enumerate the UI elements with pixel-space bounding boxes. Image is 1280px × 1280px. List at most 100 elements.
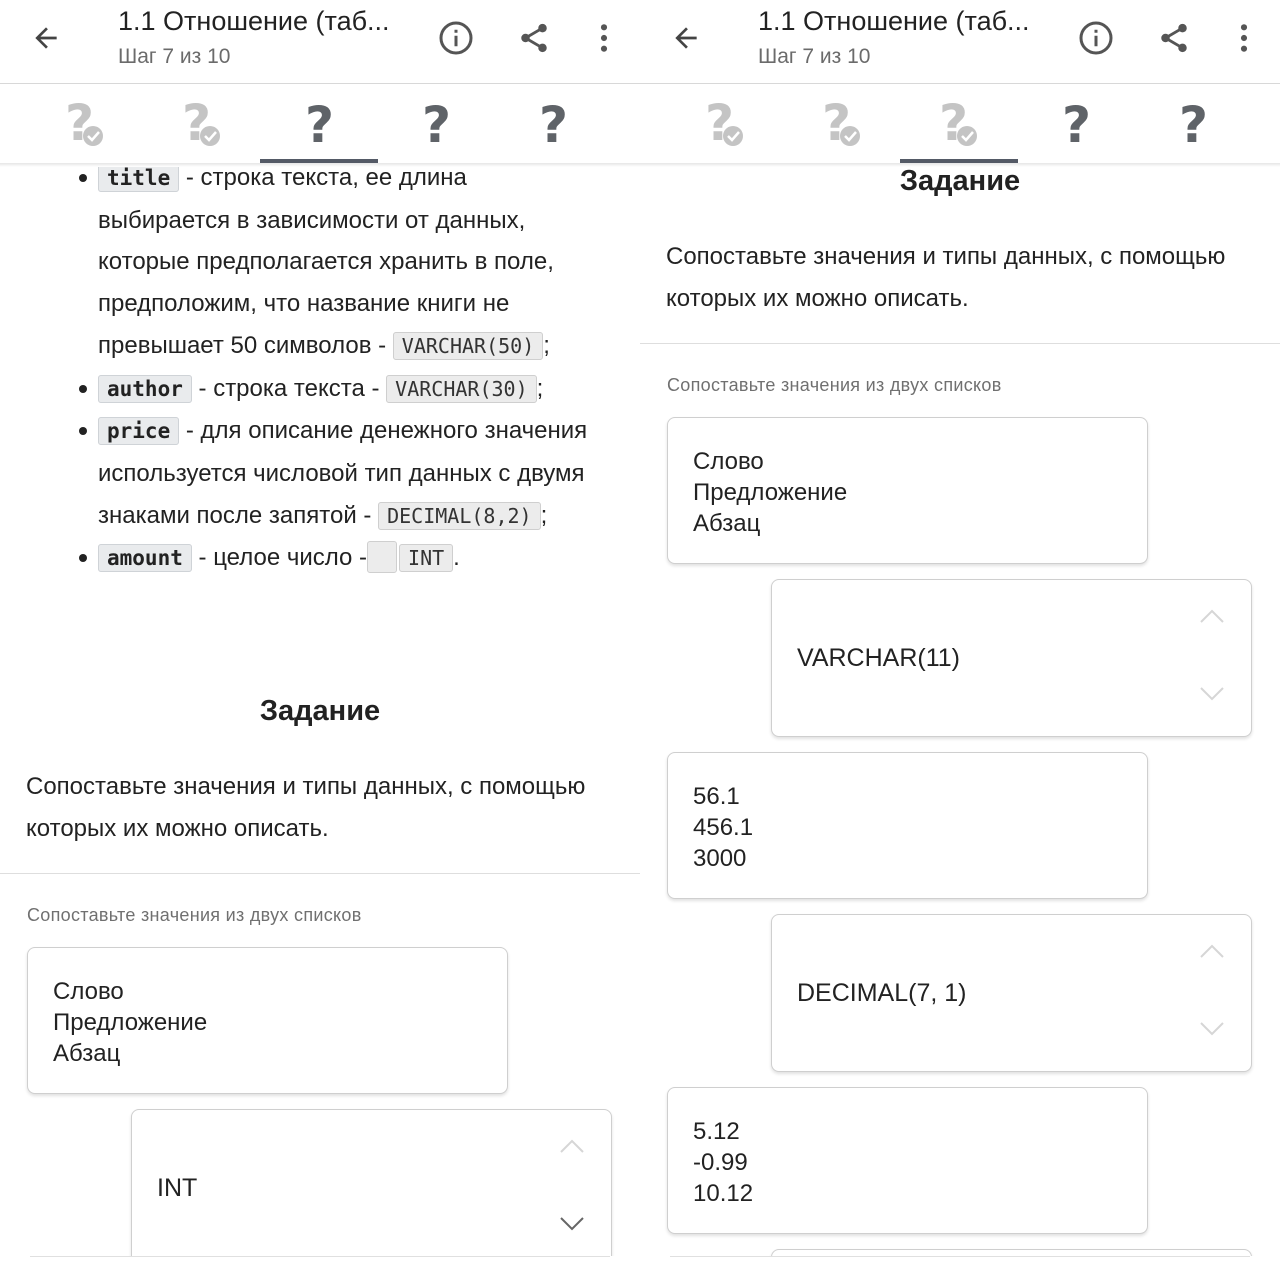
svg-text:?: ? xyxy=(1179,96,1208,152)
question-icon: ? xyxy=(305,96,334,152)
step-counter: Шаг 7 из 10 xyxy=(118,45,231,68)
app-toolbar: 1.1 Отношение (таб... Шаг 7 из 10 xyxy=(640,0,1280,84)
step-tab-8[interactable]: ? xyxy=(1018,85,1135,163)
back-button[interactable] xyxy=(22,18,70,58)
step-content: title - строка текста, ее длина выбирает… xyxy=(0,167,640,1256)
share-button[interactable] xyxy=(1150,14,1198,62)
lesson-title: 1.1 Отношение (таб... xyxy=(758,6,1030,36)
arrow-left-icon xyxy=(35,27,57,49)
bottom-edge xyxy=(30,1256,610,1280)
value-card: 5.12 -0.99 10.12 xyxy=(667,1087,1148,1234)
code-keyword: title xyxy=(98,167,180,192)
question-check-icon: ? xyxy=(939,96,977,152)
question-check-icon: ? xyxy=(65,96,103,152)
info-circle-icon xyxy=(439,21,473,55)
question-check-icon: ? xyxy=(822,96,860,152)
task-description: Сопоставьте значения и типы данных, с по… xyxy=(26,773,586,842)
list-item-title: title - строка текста, ее длина выбирает… xyxy=(79,167,598,368)
screen-right: 1.1 Отношение (таб... Шаг 7 из 10 ? ? ? … xyxy=(640,0,1280,1280)
bottom-edge xyxy=(670,1256,1250,1280)
back-button[interactable] xyxy=(662,18,710,58)
question-icon: ? xyxy=(422,96,451,152)
step-tabs: ? ? ? ? ? xyxy=(666,85,1252,163)
move-up-button[interactable] xyxy=(559,1138,585,1159)
chevron-down-icon xyxy=(560,1217,584,1231)
code-type: VARCHAR(30) xyxy=(386,374,537,403)
list-item-amount: amount - целое число - INT. xyxy=(79,537,598,580)
matching-hint: Сопоставьте значения из двух списков xyxy=(27,905,362,925)
question-icon: ? xyxy=(539,96,568,152)
question-icon: ? xyxy=(1062,96,1091,152)
move-up-button[interactable] xyxy=(1199,608,1225,629)
move-down-button[interactable] xyxy=(1199,686,1225,707)
share-icon xyxy=(521,23,547,53)
matching-hint: Сопоставьте значения из двух списков xyxy=(667,375,1002,395)
type-option-label: VARCHAR(11) xyxy=(797,644,960,672)
svg-text:?: ? xyxy=(422,96,451,152)
step-tab-9[interactable]: ? xyxy=(495,85,612,163)
value-card: 56.1 456.1 3000 xyxy=(667,752,1148,899)
field-list: title - строка текста, ее длина выбирает… xyxy=(79,167,598,580)
move-down-button[interactable] xyxy=(559,1216,585,1237)
task-description: Сопоставьте значения и типы данных, с по… xyxy=(666,243,1226,312)
lesson-title: 1.1 Отношение (таб... xyxy=(118,6,390,36)
code-type: INT xyxy=(399,544,454,573)
share-button[interactable] xyxy=(510,14,558,62)
chevron-up-icon xyxy=(1200,609,1224,623)
empty-code-box xyxy=(367,541,398,574)
move-up-button[interactable] xyxy=(1199,943,1225,964)
app-toolbar: 1.1 Отношение (таб... Шаг 7 из 10 xyxy=(0,0,640,84)
info-button[interactable] xyxy=(432,14,480,62)
more-options-button[interactable] xyxy=(1220,14,1268,62)
type-option-card[interactable]: DECIMAL(7, 1) xyxy=(771,914,1252,1072)
step-counter: Шаг 7 из 10 xyxy=(758,45,871,68)
type-option-label: DECIMAL(7, 1) xyxy=(797,979,967,1007)
arrow-left-icon xyxy=(675,27,697,49)
info-circle-icon xyxy=(1079,21,1113,55)
type-option-label: INT xyxy=(157,1174,198,1202)
more-options-button[interactable] xyxy=(580,14,628,62)
svg-text:?: ? xyxy=(1062,96,1091,152)
screen-left: 1.1 Отношение (таб... Шаг 7 из 10 ? ? ? … xyxy=(0,0,640,1280)
chevron-up-icon xyxy=(1200,944,1224,958)
list-item-author: author - строка текста - VARCHAR(30); xyxy=(79,368,598,411)
step-tab-8[interactable]: ? xyxy=(378,85,495,163)
code-type: DECIMAL(8,2) xyxy=(378,501,541,530)
move-down-button[interactable] xyxy=(1199,1021,1225,1042)
chevron-down-icon xyxy=(1200,687,1224,701)
task-heading: Задание xyxy=(899,167,1021,197)
question-check-icon: ? xyxy=(705,96,743,152)
code-type: VARCHAR(50) xyxy=(392,331,544,360)
code-keyword: author xyxy=(98,374,192,403)
step-tab-5[interactable]: ? xyxy=(26,85,143,163)
list-item-price: price - для описание денежного значения … xyxy=(79,410,598,537)
question-icon: ? xyxy=(1179,96,1208,152)
step-tab-9[interactable]: ? xyxy=(1135,85,1252,163)
type-option-card[interactable]: VARCHAR(11) xyxy=(771,579,1252,737)
step-tab-7-active[interactable]: ? xyxy=(260,85,378,163)
step-tab-6[interactable]: ? xyxy=(783,85,900,163)
chevron-down-icon xyxy=(1200,1022,1224,1036)
step-tab-5[interactable]: ? xyxy=(666,85,783,163)
svg-text:?: ? xyxy=(539,96,568,152)
value-card: Слово Предложение Абзац xyxy=(27,947,508,1094)
chevron-up-icon xyxy=(560,1139,584,1153)
step-tabs: ? ? ? ? ? xyxy=(26,85,612,163)
step-tab-6[interactable]: ? xyxy=(143,85,260,163)
more-vertical-icon xyxy=(600,24,608,52)
step-content: Задание Сопоставьте значения и типы данн… xyxy=(640,167,1280,1256)
question-check-icon: ? xyxy=(182,96,220,152)
code-keyword: price xyxy=(98,417,180,446)
section-divider xyxy=(640,343,1280,344)
task-heading: Задание xyxy=(259,695,381,727)
svg-text:?: ? xyxy=(305,96,334,152)
share-icon xyxy=(1161,23,1187,53)
more-vertical-icon xyxy=(1240,24,1248,52)
value-card: Слово Предложение Абзац xyxy=(667,417,1148,564)
code-keyword: amount xyxy=(98,544,192,573)
step-tab-7-active[interactable]: ? xyxy=(900,85,1018,163)
type-option-card[interactable] xyxy=(771,1249,1252,1256)
section-divider xyxy=(0,873,640,874)
type-option-card[interactable]: INT xyxy=(131,1109,612,1256)
info-button[interactable] xyxy=(1072,14,1120,62)
